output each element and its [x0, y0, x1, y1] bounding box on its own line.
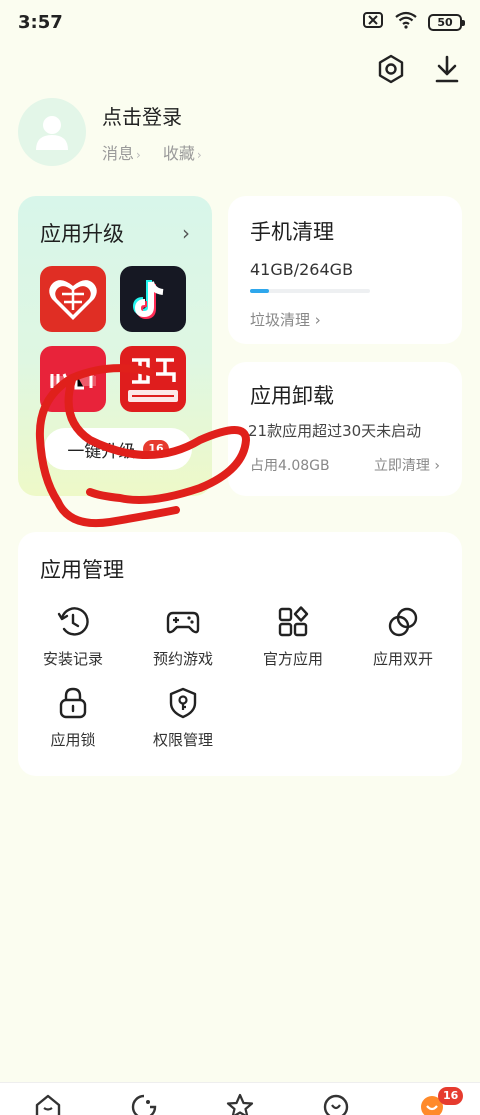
- app-upgrade-title: 应用升级: [40, 222, 124, 246]
- status-time: 3:57: [18, 11, 63, 33]
- junk-clean-link[interactable]: 垃圾清理 ›: [250, 309, 440, 330]
- apps-grid-icon: [273, 602, 313, 642]
- profile-section[interactable]: 点击登录 消息 › 收藏 ›: [18, 98, 202, 166]
- app-management-card: 应用管理 安装记录 预约游戏 官方应用 应用双开 应用锁 权限管理: [18, 532, 462, 776]
- app-management-title: 应用管理: [40, 558, 124, 582]
- dual-apps-item[interactable]: 应用双开: [348, 602, 458, 669]
- nav-featured[interactable]: [192, 1083, 288, 1115]
- favorites-link[interactable]: 收藏 ›: [163, 140, 202, 164]
- unused-apps-description: 21款应用超过30天未启动: [248, 422, 422, 440]
- chevron-right-icon[interactable]: ›: [182, 221, 190, 245]
- xiaohongshu-app-icon[interactable]: [40, 346, 106, 412]
- nav-discover[interactable]: [288, 1083, 384, 1115]
- chevron-right-icon: ›: [136, 147, 141, 162]
- login-link[interactable]: 点击登录: [102, 101, 202, 130]
- user-avatar-icon: [36, 116, 68, 150]
- no-sim-icon: [362, 11, 384, 33]
- reserve-games-item[interactable]: 预约游戏: [128, 602, 238, 669]
- pinduoduo-app-icon[interactable]: [40, 266, 106, 332]
- app-upgrade-card[interactable]: 应用升级 › 一键升级 16: [18, 196, 212, 496]
- battery-indicator: 50: [428, 13, 465, 31]
- nav-games[interactable]: [96, 1083, 192, 1115]
- home-icon: [35, 1094, 61, 1115]
- baijiajiangtan-app-icon[interactable]: [120, 346, 186, 412]
- lock-icon: [53, 683, 93, 723]
- douyin-app-icon[interactable]: [120, 266, 186, 332]
- nav-home[interactable]: [0, 1083, 96, 1115]
- gamepad-icon: [163, 602, 203, 642]
- nav-notification-badge: 16: [438, 1087, 464, 1105]
- app-uninstall-card[interactable]: 应用卸载 21款应用超过30天未启动 占用4.08GB 立即清理 ›: [228, 362, 462, 496]
- shield-key-icon: [163, 683, 203, 723]
- settings-button[interactable]: [376, 52, 406, 86]
- storage-progress-fill: [250, 289, 270, 293]
- clean-now-link[interactable]: 立即清理 ›: [374, 455, 440, 475]
- storage-progress-bar: [250, 289, 370, 293]
- phone-clean-card[interactable]: 手机清理 41GB/264GB 垃圾清理 ›: [228, 196, 462, 344]
- install-history-item[interactable]: 安装记录: [18, 602, 128, 669]
- status-icons: 50: [362, 11, 465, 33]
- download-icon: [435, 55, 459, 83]
- wifi-icon: [394, 11, 418, 33]
- app-lock-item[interactable]: 应用锁: [18, 683, 128, 750]
- avatar[interactable]: [18, 98, 86, 166]
- update-count-badge: 16: [143, 440, 169, 458]
- download-button[interactable]: [432, 52, 462, 86]
- one-click-upgrade-button[interactable]: 一键升级 16: [44, 428, 192, 470]
- space-used-text: 占用4.08GB: [250, 458, 330, 474]
- bottom-navigation: 16: [0, 1082, 480, 1115]
- app-uninstall-title: 应用卸载: [250, 384, 334, 408]
- settings-icon: [378, 54, 404, 84]
- storage-usage: 41GB/264GB: [250, 260, 354, 279]
- discover-icon: [323, 1094, 349, 1115]
- star-icon: [226, 1093, 254, 1115]
- official-apps-item[interactable]: 官方应用: [238, 602, 348, 669]
- status-bar: 3:57 50: [0, 0, 480, 44]
- game-icon: [131, 1094, 157, 1115]
- top-actions: [376, 52, 462, 86]
- history-icon: [53, 602, 93, 642]
- dual-app-icon: [383, 602, 423, 642]
- upgradable-apps: [40, 266, 190, 412]
- upgrade-button-label: 一键升级: [67, 441, 136, 462]
- nav-me[interactable]: 16: [384, 1083, 480, 1115]
- chevron-right-icon: ›: [196, 147, 202, 162]
- messages-link[interactable]: 消息 ›: [102, 140, 141, 164]
- phone-clean-title: 手机清理: [250, 220, 334, 244]
- permission-management-item[interactable]: 权限管理: [128, 683, 238, 750]
